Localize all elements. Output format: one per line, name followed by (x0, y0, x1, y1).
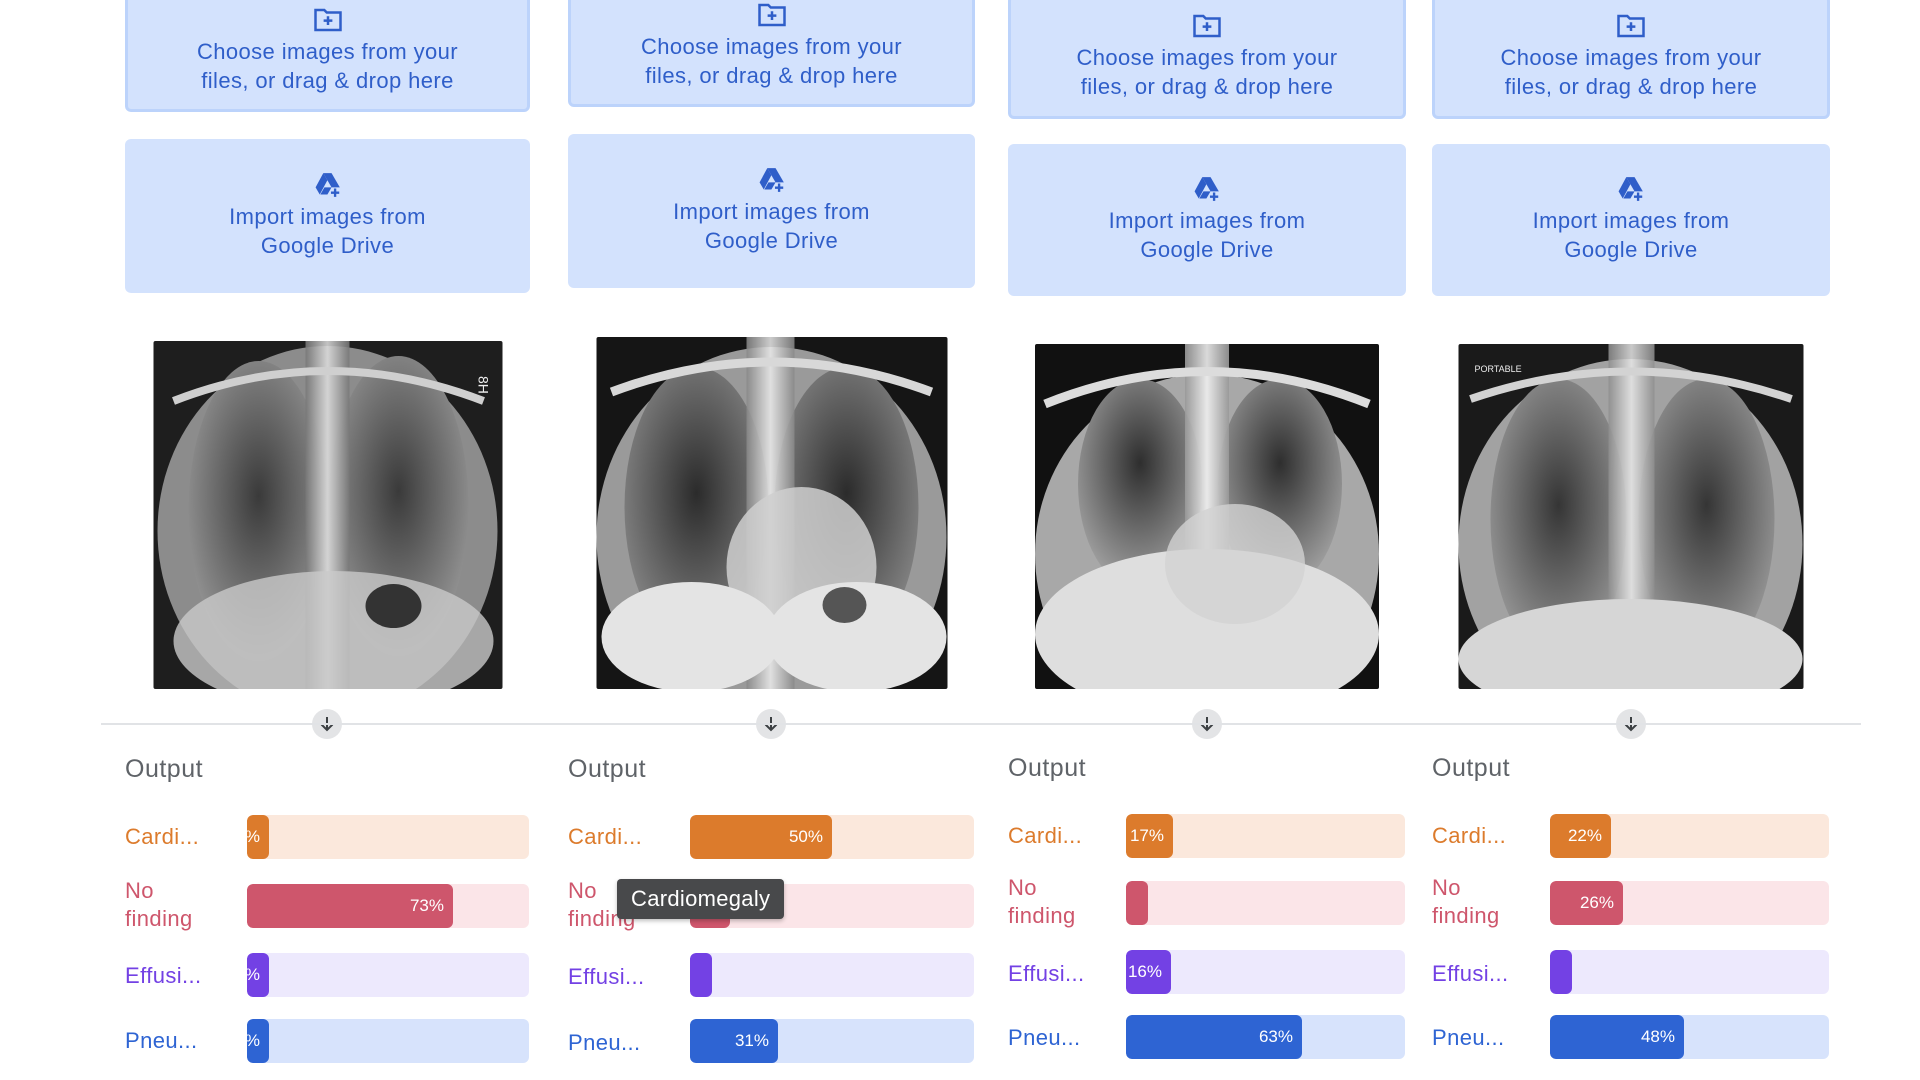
score-bar-effusion[interactable]: % (247, 953, 529, 997)
class-label-pneumo: Pneu... (568, 1030, 641, 1055)
choose-images-label: Choose images from your files, or drag &… (1076, 45, 1338, 99)
score-fill-cardio: 50% (690, 815, 832, 859)
score-bar-nofinding[interactable]: 26% (1550, 881, 1829, 925)
score-fill-cardio: 1% (247, 815, 269, 859)
score-fill-effusion (690, 953, 712, 997)
score-bar-cardio[interactable]: 50% (690, 815, 974, 859)
chest-xray-image (596, 337, 947, 689)
section-divider (101, 723, 1861, 725)
folder-plus-icon (1192, 13, 1222, 39)
score-fill-nofinding (1126, 881, 1148, 925)
score-bar-cardio[interactable]: 1% (247, 815, 529, 859)
import-drive-button[interactable]: Import images from Google Drive (1008, 144, 1406, 296)
class-label-effusion: Effusi... (125, 963, 202, 988)
score-fill-pneumo: 48% (1550, 1015, 1684, 1059)
choose-images-label: Choose images from your files, or drag &… (640, 34, 903, 88)
score-bar-nofinding[interactable]: 73% (247, 884, 529, 928)
score-fill-effusion (1550, 950, 1572, 994)
score-fill-pneumo: 31% (690, 1019, 778, 1063)
choose-images-button[interactable]: Choose images from your files, or drag &… (568, 0, 975, 107)
score-bar-effusion[interactable]: 16% (1126, 950, 1405, 994)
class-label-nofinding: No finding (1432, 875, 1500, 928)
score-bar-pneumo[interactable]: 48% (1550, 1015, 1829, 1059)
score-fill-nofinding: 73% (247, 884, 453, 928)
score-fill-cardio: 17% (1126, 814, 1173, 858)
chest-xray-image: 8H (153, 341, 502, 689)
class-label-pneumo: Pneu... (1008, 1025, 1081, 1050)
score-bar-cardio[interactable]: 17% (1126, 814, 1405, 858)
chest-xray-image (1035, 344, 1379, 689)
import-drive-label: Import images from Google Drive (1532, 208, 1730, 262)
class-label-cardio: Cardi... (568, 824, 643, 849)
google-drive-add-icon (757, 167, 787, 193)
google-drive-add-icon (313, 172, 343, 198)
class-label-cardio: Cardi... (1008, 823, 1083, 848)
choose-images-label: Choose images from your files, or drag &… (1500, 45, 1762, 99)
xray-marker: PORTABLE (1475, 364, 1522, 374)
import-drive-label: Import images from Google Drive (1108, 208, 1306, 262)
class-label-cardio: Cardi... (125, 824, 200, 849)
score-fill-pneumo: 63% (1126, 1015, 1302, 1059)
score-bar-pneumo[interactable]: 63% (1126, 1015, 1405, 1059)
chest-xray-image: PORTABLE (1458, 344, 1804, 689)
choose-images-button[interactable]: Choose images from your files, or drag &… (1008, 0, 1406, 119)
import-drive-button[interactable]: Import images from Google Drive (568, 134, 975, 288)
output-title: Output (1008, 754, 1087, 782)
import-drive-button[interactable]: Import images from Google Drive (1432, 144, 1830, 296)
import-drive-label: Import images from Google Drive (229, 204, 426, 258)
tooltip: Cardiomegaly (617, 879, 785, 919)
class-label-nofinding: No finding (1008, 875, 1076, 928)
score-fill-cardio: 22% (1550, 814, 1611, 858)
class-label-effusion: Effusi... (1008, 961, 1085, 986)
folder-plus-icon (313, 7, 343, 33)
score-bar-pneumo[interactable]: 31% (690, 1019, 974, 1063)
score-bar-nofinding[interactable] (1126, 881, 1405, 925)
score-bar-cardio[interactable]: 22% (1550, 814, 1829, 858)
score-bar-effusion[interactable] (1550, 950, 1829, 994)
score-fill-pneumo: % (247, 1019, 269, 1063)
import-drive-label: Import images from Google Drive (673, 199, 870, 253)
choose-images-button[interactable]: Choose images from your files, or drag &… (1432, 0, 1830, 119)
folder-plus-icon (1616, 13, 1646, 39)
score-fill-effusion: % (247, 953, 269, 997)
class-label-effusion: Effusi... (568, 964, 645, 989)
class-label-nofinding: No finding (125, 878, 193, 931)
class-label-effusion: Effusi... (1432, 961, 1509, 986)
google-drive-add-icon (1616, 176, 1646, 202)
score-bar-effusion[interactable] (690, 953, 974, 997)
score-bar-pneumo[interactable]: % (247, 1019, 529, 1063)
choose-images-button[interactable]: Choose images from your files, or drag &… (125, 0, 530, 112)
class-label-pneumo: Pneu... (1432, 1025, 1505, 1050)
score-fill-nofinding: 26% (1550, 881, 1623, 925)
output-title: Output (1432, 754, 1511, 782)
choose-images-label: Choose images from your files, or drag &… (196, 39, 459, 93)
folder-plus-icon (757, 2, 787, 28)
class-label-cardio: Cardi... (1432, 823, 1507, 848)
google-drive-add-icon (1192, 176, 1222, 202)
class-label-pneumo: Pneu... (125, 1028, 198, 1053)
score-fill-effusion: 16% (1126, 950, 1171, 994)
output-title: Output (125, 755, 204, 783)
xray-marker: 8H (475, 376, 491, 394)
import-drive-button[interactable]: Import images from Google Drive (125, 139, 530, 293)
output-title: Output (568, 755, 647, 783)
